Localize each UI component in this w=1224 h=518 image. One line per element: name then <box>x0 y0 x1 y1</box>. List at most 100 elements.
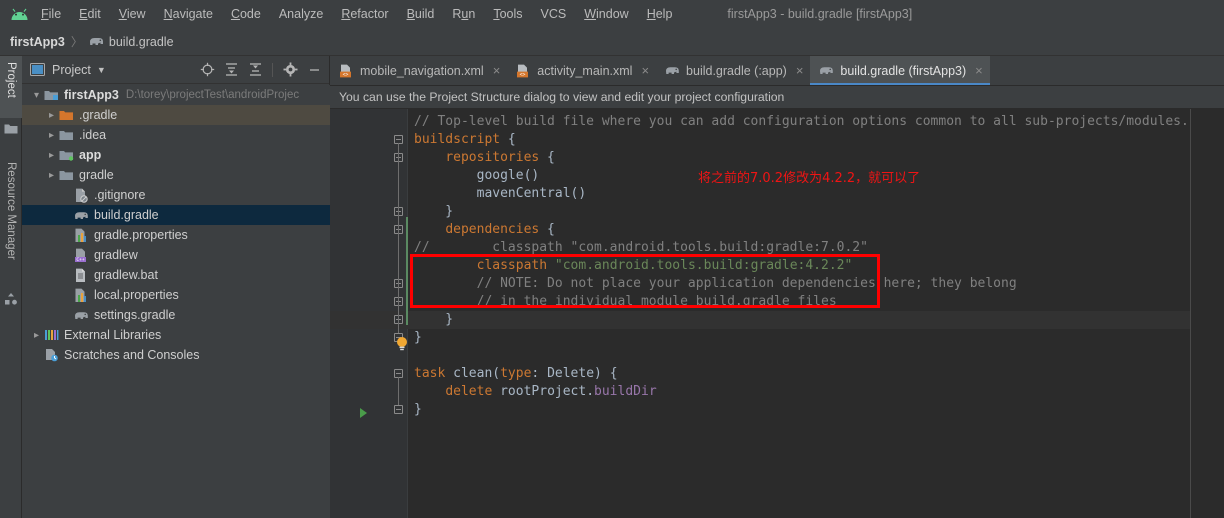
menu-navigate[interactable]: Navigate <box>155 4 222 24</box>
tree-item-gitignore[interactable]: .gitignore <box>22 185 330 205</box>
code-line[interactable]: task clean(type: Delete) { <box>408 365 1224 383</box>
code-line[interactable]: } <box>408 203 1224 221</box>
tree-item-firstapp3[interactable]: firstApp3 D:\torey\projectTest\androidPro… <box>22 85 330 105</box>
menu-refactor[interactable]: Refactor <box>332 4 397 24</box>
tree-item-gradlew[interactable]: C++ gradlew <box>22 245 330 265</box>
gear-icon[interactable] <box>279 59 301 81</box>
close-icon[interactable]: × <box>493 63 501 78</box>
breadcrumb-file[interactable]: build.gradle <box>109 35 174 49</box>
menu-code[interactable]: Code <box>222 4 270 24</box>
close-icon[interactable]: × <box>641 63 649 78</box>
vcs-change-bar <box>406 217 408 325</box>
code-line[interactable]: delete rootProject.buildDir <box>408 383 1224 401</box>
tab-label: mobile_navigation.xml <box>360 63 484 78</box>
project-panel-toolbar <box>196 59 325 81</box>
code-line[interactable]: classpath "com.android.tools.build:gradl… <box>408 257 1224 275</box>
fold-markers[interactable] <box>386 109 408 518</box>
menu-mnemonic: E <box>79 7 88 21</box>
locate-icon[interactable] <box>196 59 218 81</box>
code-line[interactable]: } <box>408 311 1224 329</box>
code-line[interactable]: } <box>408 401 1224 419</box>
menu-view[interactable]: View <box>110 4 155 24</box>
tree-item-app[interactable]: app <box>22 145 330 165</box>
code-line[interactable]: } <box>408 329 1224 347</box>
chevron-right-icon[interactable] <box>45 130 58 141</box>
close-icon[interactable]: × <box>796 63 804 78</box>
fold-marker-line-17[interactable] <box>394 405 403 414</box>
android-studio-window: File Edit View Navigate Code Analyze Refactor B… <box>0 0 1224 518</box>
tree-item-label: local.properties <box>94 288 179 302</box>
tree-item-label: gradle.properties <box>94 228 188 242</box>
sidebar-item-project[interactable]: Project <box>0 56 22 118</box>
collapse-all-icon[interactable] <box>244 59 266 81</box>
tree-item-label: app <box>79 148 102 162</box>
code-line[interactable]: // NOTE: Do not place your application d… <box>408 275 1224 293</box>
menu-mnemonic: u <box>461 7 469 21</box>
tree-item-gradle[interactable]: gradle <box>22 165 330 185</box>
tab-build-gradle-firstapp3[interactable]: build.gradle (firstApp3) × <box>810 56 991 85</box>
code-line[interactable]: // Top-level build file where you can ad… <box>408 113 1224 131</box>
code-line[interactable]: mavenCentral() <box>408 185 1224 203</box>
menu-help[interactable]: Help <box>638 4 682 24</box>
tab-label: build.gradle (firstApp3) <box>840 63 967 78</box>
tree-item-gradlew-bat[interactable]: gradlew.bat <box>22 265 330 285</box>
chevron-right-icon[interactable] <box>45 170 58 181</box>
code-line[interactable]: // in the individual module build.gradle… <box>408 293 1224 311</box>
resource-manager-icon <box>4 292 18 306</box>
code-line[interactable]: buildscript { <box>408 131 1224 149</box>
menu-tools[interactable]: Tools <box>484 4 531 24</box>
code-line[interactable]: dependencies { <box>408 221 1224 239</box>
editor-scroll-gutter[interactable] <box>1191 109 1224 518</box>
tree-item-scratches-and-consoles[interactable]: Scratches and Consoles <box>22 345 330 365</box>
run-task-icon[interactable] <box>360 408 367 418</box>
close-icon[interactable]: × <box>975 63 983 78</box>
project-panel-header: Project ▼ <box>22 56 329 84</box>
tree-item-label: build.gradle <box>94 208 159 222</box>
tree-item-build-gradle[interactable]: build.gradle <box>22 205 330 225</box>
gradle-elephant-icon <box>665 63 680 78</box>
sidebar-item-resource-manager[interactable]: Resource Manager <box>0 156 22 284</box>
tree-item-gradle[interactable]: .gradle <box>22 105 330 125</box>
menu-build[interactable]: Build <box>398 4 444 24</box>
project-tree[interactable]: firstApp3 D:\torey\projectTest\androidPro… <box>22 85 330 518</box>
chevron-right-icon[interactable] <box>30 330 43 341</box>
tree-item-external-libraries[interactable]: External Libraries <box>22 325 330 345</box>
intention-bulb-icon[interactable] <box>395 336 409 352</box>
menu-analyze[interactable]: Analyze <box>270 4 332 24</box>
svg-text:C++: C++ <box>76 257 85 263</box>
code-line[interactable] <box>408 347 1224 365</box>
folder-orange-icon <box>58 107 74 123</box>
code-line[interactable]: repositories { <box>408 149 1224 167</box>
expand-all-icon[interactable] <box>220 59 242 81</box>
gradle-elephant-icon <box>73 307 89 323</box>
tab-build-gradle-app[interactable]: build.gradle (:app) × <box>656 56 810 85</box>
android-logo-icon <box>6 8 32 21</box>
gradle-elephant-icon <box>89 35 104 48</box>
tab-label: activity_main.xml <box>537 63 633 78</box>
tree-item-idea[interactable]: .idea <box>22 125 330 145</box>
chevron-right-icon[interactable] <box>45 110 58 121</box>
breadcrumb-project[interactable]: firstApp3 <box>10 35 65 49</box>
menu-vcs[interactable]: VCS <box>532 4 576 24</box>
project-panel-title: Project <box>52 62 91 77</box>
code-line[interactable]: // classpath "com.android.tools.build:gr… <box>408 239 1224 257</box>
project-module-icon <box>43 87 59 103</box>
chevron-down-icon[interactable]: ▼ <box>97 65 106 75</box>
menu-run[interactable]: Run <box>443 4 484 24</box>
code-editor[interactable]: 1234567891011121314151617 // Top-level b… <box>330 109 1224 518</box>
left-tool-strip: Project Resource Manager <box>0 56 22 518</box>
tab-mobile-navigation-xml[interactable]: <> mobile_navigation.xml × <box>330 56 507 85</box>
chevron-down-icon[interactable] <box>30 90 43 101</box>
tree-item-settings-gradle[interactable]: settings.gradle <box>22 305 330 325</box>
tree-item-label: Scratches and Consoles <box>64 348 200 362</box>
menu-window[interactable]: Window <box>575 4 637 24</box>
menu-file[interactable]: File <box>32 4 70 24</box>
tree-item-local-properties[interactable]: local.properties <box>22 285 330 305</box>
chevron-right-icon[interactable] <box>45 150 58 161</box>
menu-mnemonic: B <box>406 7 415 21</box>
menu-edit[interactable]: Edit <box>70 4 110 24</box>
tree-item-label: .gitignore <box>94 188 146 202</box>
tab-activity-main-xml[interactable]: <> activity_main.xml × <box>507 56 656 85</box>
minimize-icon[interactable] <box>303 59 325 81</box>
tree-item-gradle-properties[interactable]: gradle.properties <box>22 225 330 245</box>
